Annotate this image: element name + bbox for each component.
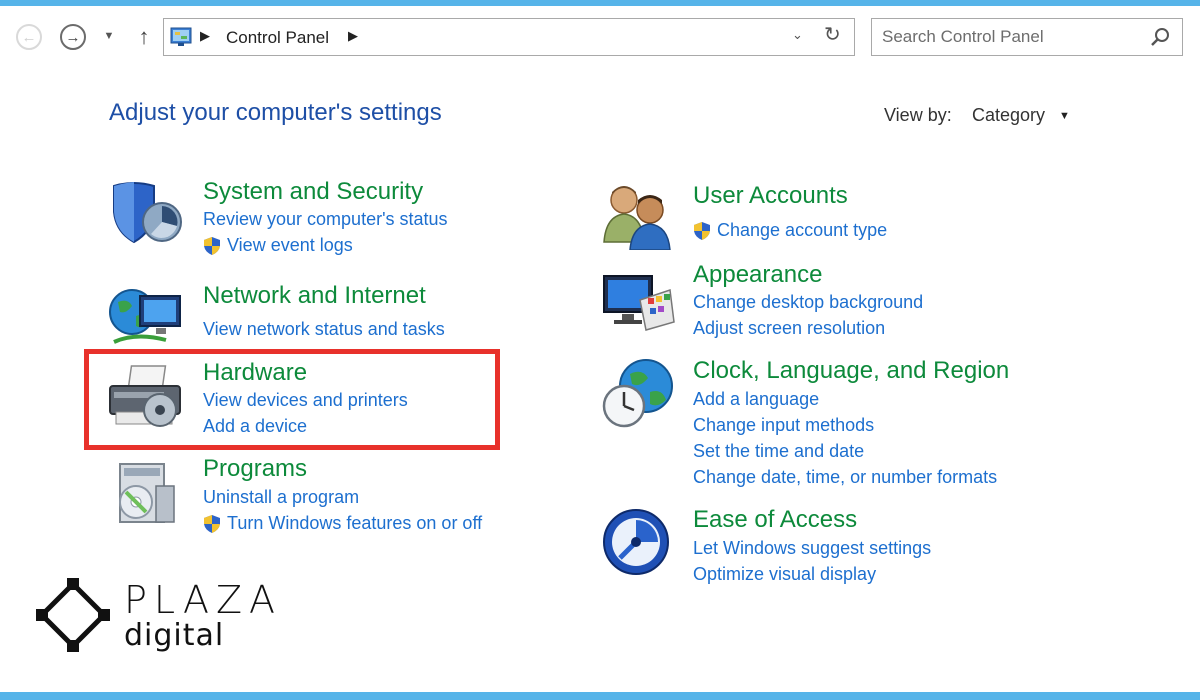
view-by-value[interactable]: Category bbox=[972, 105, 1045, 126]
hardware-highlight-box bbox=[84, 349, 500, 450]
search-input[interactable] bbox=[882, 26, 1142, 48]
link-label[interactable]: Uninstall a program bbox=[203, 487, 359, 508]
page-title: Adjust your computer's settings bbox=[109, 99, 442, 126]
link-label[interactable]: Adjust screen resolution bbox=[693, 318, 885, 339]
ease-of-access-link[interactable]: Ease of Access bbox=[693, 506, 857, 534]
window-top-border bbox=[0, 0, 1200, 6]
view-network-status-link[interactable]: View network status and tasks bbox=[203, 319, 445, 340]
search-icon[interactable] bbox=[1150, 27, 1170, 47]
watermark-title: PLAZA bbox=[124, 578, 282, 622]
link-label[interactable]: Turn Windows features on or off bbox=[227, 513, 482, 534]
plaza-logo-icon bbox=[36, 578, 110, 652]
view-by-label: View by: bbox=[884, 105, 952, 125]
globe-network-icon[interactable] bbox=[106, 282, 184, 352]
back-arrow-icon: ← bbox=[21, 28, 37, 46]
change-formats-link[interactable]: Change date, time, or number formats bbox=[693, 467, 997, 488]
uac-shield-icon bbox=[694, 221, 710, 240]
optimize-visual-display-link[interactable]: Optimize visual display bbox=[693, 564, 876, 585]
search-box[interactable] bbox=[871, 18, 1183, 56]
chevron-down-icon: ⌄ bbox=[792, 27, 803, 42]
let-windows-suggest-settings-link[interactable]: Let Windows suggest settings bbox=[693, 538, 931, 559]
link-label[interactable]: Change account type bbox=[717, 220, 887, 241]
back-button[interactable]: ← bbox=[16, 24, 42, 50]
refresh-button[interactable]: ↻ bbox=[824, 22, 841, 47]
address-bar[interactable]: ▶ Control Panel ▶ ⌄ ↻ bbox=[163, 18, 855, 56]
add-a-language-link[interactable]: Add a language bbox=[693, 389, 819, 410]
change-desktop-background-link[interactable]: Change desktop background bbox=[693, 292, 923, 313]
users-icon[interactable] bbox=[600, 180, 678, 250]
appearance-icon[interactable] bbox=[600, 270, 678, 340]
window-bottom-border bbox=[0, 692, 1200, 700]
review-computer-status-link[interactable]: Review your computer's status bbox=[203, 209, 448, 230]
uninstall-a-program-link[interactable]: Uninstall a program bbox=[203, 487, 359, 508]
clock-language-region-link[interactable]: Clock, Language, and Region bbox=[693, 357, 1009, 385]
uac-shield-icon bbox=[204, 514, 220, 533]
uac-shield-icon bbox=[204, 236, 220, 255]
link-label[interactable]: View network status and tasks bbox=[203, 319, 445, 340]
user-accounts-link[interactable]: User Accounts bbox=[693, 182, 848, 210]
adjust-screen-resolution-link[interactable]: Adjust screen resolution bbox=[693, 318, 885, 339]
view-by-dropdown[interactable]: Category ▼ bbox=[972, 105, 1070, 126]
chevron-down-icon: ▼ bbox=[103, 30, 115, 42]
programs-link[interactable]: Programs bbox=[203, 455, 307, 483]
forward-arrow-icon: → bbox=[65, 28, 81, 46]
forward-button[interactable]: → bbox=[60, 24, 86, 50]
watermark-subtitle: digital bbox=[124, 618, 225, 653]
link-label[interactable]: Add a language bbox=[693, 389, 819, 410]
ease-of-access-icon[interactable] bbox=[600, 506, 678, 576]
link-label[interactable]: Let Windows suggest settings bbox=[693, 538, 931, 559]
link-label[interactable]: Review your computer's status bbox=[203, 209, 448, 230]
network-and-internet-link[interactable]: Network and Internet bbox=[203, 282, 426, 310]
shield-icon[interactable] bbox=[106, 178, 184, 248]
link-label[interactable]: View event logs bbox=[227, 235, 353, 256]
change-input-methods-link[interactable]: Change input methods bbox=[693, 415, 874, 436]
up-button[interactable]: ↑ bbox=[133, 24, 155, 50]
refresh-icon: ↻ bbox=[824, 24, 841, 46]
view-event-logs-link[interactable]: View event logs bbox=[203, 235, 353, 256]
recent-locations-button[interactable]: ▼ bbox=[101, 28, 117, 44]
appearance-link[interactable]: Appearance bbox=[693, 261, 822, 289]
chevron-down-icon[interactable]: ▼ bbox=[1059, 110, 1070, 122]
link-label[interactable]: Set the time and date bbox=[693, 441, 864, 462]
link-label[interactable]: Optimize visual display bbox=[693, 564, 876, 585]
breadcrumb-separator-icon[interactable]: ▶ bbox=[348, 28, 358, 44]
control-panel-icon bbox=[170, 27, 192, 46]
link-label[interactable]: Change input methods bbox=[693, 415, 874, 436]
link-label[interactable]: Change date, time, or number formats bbox=[693, 467, 997, 488]
breadcrumb-separator-icon[interactable]: ▶ bbox=[200, 28, 210, 44]
link-label[interactable]: Change desktop background bbox=[693, 292, 923, 313]
address-dropdown-button[interactable]: ⌄ bbox=[792, 27, 803, 43]
breadcrumb-control-panel[interactable]: Control Panel bbox=[226, 28, 329, 48]
programs-icon[interactable] bbox=[106, 458, 184, 528]
up-arrow-icon: ↑ bbox=[138, 24, 150, 49]
clock-globe-icon[interactable] bbox=[600, 358, 678, 428]
turn-windows-features-link[interactable]: Turn Windows features on or off bbox=[203, 513, 482, 534]
set-time-and-date-link[interactable]: Set the time and date bbox=[693, 441, 864, 462]
system-and-security-link[interactable]: System and Security bbox=[203, 178, 423, 206]
change-account-type-link[interactable]: Change account type bbox=[693, 220, 887, 241]
